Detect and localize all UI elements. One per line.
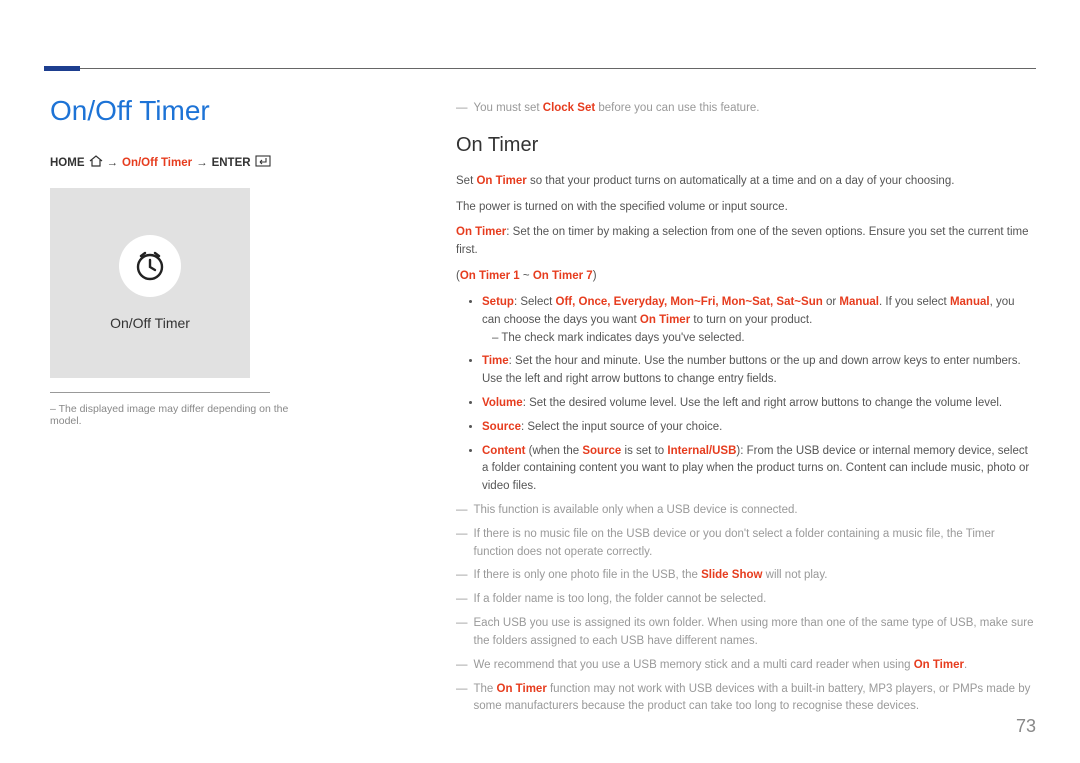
paragraph: (On Timer 1 ~ On Timer 7) [456, 268, 1036, 286]
dash-icon: ― [456, 526, 468, 562]
breadcrumb-path: On/Off Timer [122, 157, 192, 169]
paragraph: Set On Timer so that your product turns … [456, 173, 1036, 191]
top-rule [44, 68, 1036, 69]
list-item: Time: Set the hour and minute. Use the n… [482, 353, 1036, 389]
model-disclaimer: – The displayed image may differ dependi… [50, 403, 320, 427]
dash-icon: ― [456, 657, 468, 675]
arrow-icon: → [196, 157, 208, 169]
list-item: Source: Select the input source of your … [482, 419, 1036, 437]
list-item: Volume: Set the desired volume level. Us… [482, 395, 1036, 413]
home-icon [89, 155, 103, 170]
bullet-list: Setup: Select Off, Once, Everyday, Mon~F… [482, 294, 1036, 496]
dash-icon: ― [456, 591, 468, 609]
list-item: The check mark indicates days you've sel… [492, 330, 1036, 348]
breadcrumb-enter: ENTER [212, 157, 251, 169]
clock-set-note: ― You must set Clock Set before you can … [456, 100, 1036, 118]
tile-label: On/Off Timer [110, 315, 190, 331]
paragraph: The power is turned on with the specifie… [456, 199, 1036, 217]
paragraph: On Timer: Set the on timer by making a s… [456, 224, 1036, 260]
section-heading: On Timer [456, 130, 1036, 161]
note: ―We recommend that you use a USB memory … [456, 657, 1036, 675]
enter-icon [255, 155, 271, 170]
divider [50, 392, 270, 393]
dash-icon: ― [456, 567, 468, 585]
page-title: On/Off Timer [50, 95, 320, 127]
right-column: ― You must set Clock Set before you can … [456, 100, 1036, 722]
list-item: Setup: Select Off, Once, Everyday, Mon~F… [482, 294, 1036, 347]
note: ―Each USB you use is assigned its own fo… [456, 615, 1036, 651]
dash-icon: ― [456, 615, 468, 651]
dash-icon: ― [456, 681, 468, 717]
list-item: Content (when the Source is set to Inter… [482, 443, 1036, 496]
note: ―If there is only one photo file in the … [456, 567, 1036, 585]
clock-icon [119, 235, 181, 297]
note: ―If there is no music file on the USB de… [456, 526, 1036, 562]
arrow-icon: → [107, 157, 119, 169]
dash-icon: ― [456, 100, 468, 118]
note: ―If a folder name is too long, the folde… [456, 591, 1036, 609]
page-number: 73 [1016, 716, 1036, 737]
note: ―The On Timer function may not work with… [456, 681, 1036, 717]
feature-tile: On/Off Timer [50, 188, 250, 378]
note: ―This function is available only when a … [456, 502, 1036, 520]
top-accent [44, 66, 80, 71]
breadcrumb-home: HOME [50, 157, 85, 169]
left-column: On/Off Timer HOME → On/Off Timer → ENTER… [50, 95, 320, 427]
sub-list: The check mark indicates days you've sel… [492, 330, 1036, 348]
dash-icon: ― [456, 502, 468, 520]
breadcrumb: HOME → On/Off Timer → ENTER [50, 155, 320, 170]
